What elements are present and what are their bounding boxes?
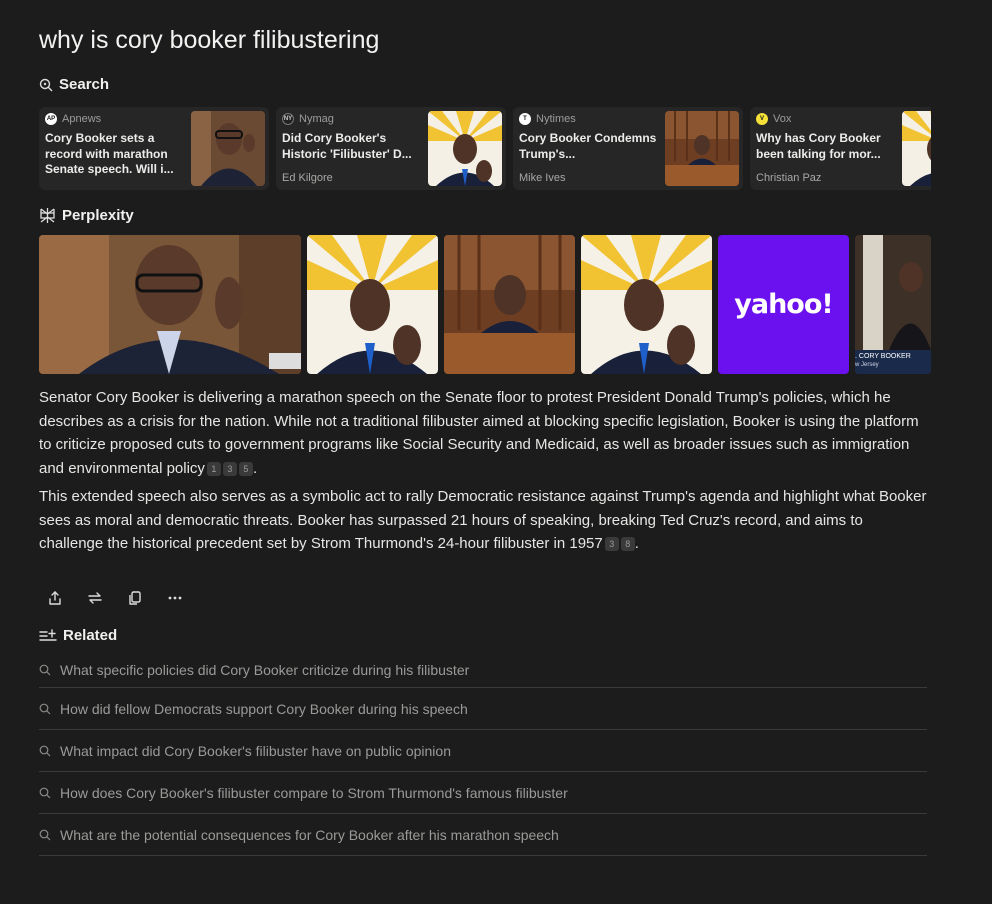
related-list-icon	[39, 628, 57, 641]
search-icon	[39, 829, 51, 841]
answer-paragraph: Senator Cory Booker is delivering a mara…	[39, 389, 919, 477]
source-site: NY Nymag	[282, 113, 334, 125]
related-question-item[interactable]: What impact did Cory Booker's filibuster…	[39, 730, 927, 772]
nytimes-favicon-icon: T	[519, 113, 531, 125]
answer-paragraph: This extended speech also serves as a sy…	[39, 488, 927, 552]
related-question-item[interactable]: What specific policies did Cory Booker c…	[39, 652, 927, 688]
share-icon	[49, 591, 61, 605]
source-site-name: Nytimes	[536, 113, 576, 125]
related-question-text: How did fellow Democrats support Cory Bo…	[60, 701, 468, 717]
share-button[interactable]	[45, 588, 65, 608]
perplexity-heading: Perplexity	[62, 207, 134, 224]
search-icon	[39, 664, 51, 676]
rewrite-icon	[88, 592, 102, 604]
result-image[interactable]	[307, 235, 438, 374]
source-site: AP Apnews	[45, 113, 101, 125]
related-question-text: What impact did Cory Booker's filibuster…	[60, 743, 451, 759]
related-question-text: How does Cory Booker's filibuster compar…	[60, 785, 568, 801]
search-section-header: Search	[39, 76, 109, 93]
source-site: T Nytimes	[519, 113, 576, 125]
image-chyron-sub: w Jersey	[855, 362, 879, 368]
citation-badge[interactable]: 8	[620, 537, 635, 551]
answer-actions	[45, 588, 185, 608]
related-heading: Related	[63, 627, 118, 644]
related-section-header: Related	[39, 627, 117, 644]
source-author: Mike Ives	[519, 172, 566, 184]
source-author: Ed Kilgore	[282, 172, 333, 184]
more-button[interactable]	[165, 588, 185, 608]
apnews-favicon-icon: AP	[45, 113, 57, 125]
related-question-text: What are the potential consequences for …	[60, 827, 559, 843]
source-site: V Vox	[756, 113, 791, 125]
search-icon	[39, 703, 51, 715]
nymag-favicon-icon: NY	[282, 113, 294, 125]
citation-badge[interactable]: 1	[206, 461, 221, 476]
yahoo-logo: yahoo!	[734, 289, 833, 320]
source-cards: AP Apnews Cory Booker sets a record with …	[39, 107, 931, 190]
copy-icon	[129, 591, 141, 605]
image-chyron: . CORY BOOKER	[855, 353, 911, 360]
answer-text: Senator Cory Booker is delivering a mara…	[39, 386, 931, 561]
query-title: why is cory booker filibustering	[39, 26, 380, 54]
vox-favicon-icon: V	[756, 113, 768, 125]
source-author: Christian Paz	[756, 172, 822, 184]
source-thumbnail	[902, 111, 931, 186]
source-card[interactable]: AP Apnews Cory Booker sets a record with …	[39, 107, 269, 190]
source-site-name: Vox	[773, 113, 792, 125]
more-icon	[168, 596, 182, 600]
result-image[interactable]	[39, 235, 301, 374]
related-question-item[interactable]: How does Cory Booker's filibuster compar…	[39, 772, 927, 814]
search-icon	[39, 78, 53, 91]
image-strip: yahoo! . CORY BOOKER w Jersey	[39, 235, 931, 374]
related-question-text: What specific policies did Cory Booker c…	[60, 662, 470, 678]
result-image[interactable]: . CORY BOOKER w Jersey	[855, 235, 931, 374]
result-image-yahoo[interactable]: yahoo!	[718, 235, 849, 374]
related-question-item[interactable]: What are the potential consequences for …	[39, 814, 927, 856]
citation-badge[interactable]: 3	[604, 537, 619, 551]
search-icon	[39, 787, 51, 799]
source-title: Why has Cory Booker been talking for mor…	[756, 131, 881, 161]
search-icon	[39, 745, 51, 757]
citation-badge[interactable]: 5	[238, 461, 253, 476]
source-thumbnail	[191, 111, 265, 186]
source-card[interactable]: V Vox Why has Cory Booker been talking fo…	[750, 107, 931, 190]
source-title: Cory Booker Condemns Trump's...	[519, 131, 657, 161]
related-question-item[interactable]: How did fellow Democrats support Cory Bo…	[39, 688, 927, 730]
perplexity-logo-icon	[40, 208, 55, 223]
source-card[interactable]: NY Nymag Did Cory Booker's Historic 'Fili…	[276, 107, 506, 190]
search-heading: Search	[59, 76, 110, 93]
copy-button[interactable]	[125, 588, 145, 608]
citation-badge[interactable]: 3	[222, 461, 237, 476]
source-thumbnail	[665, 111, 739, 186]
source-title: Cory Booker sets a record with marathon …	[45, 131, 174, 176]
rewrite-button[interactable]	[85, 588, 105, 608]
source-card[interactable]: T Nytimes Cory Booker Condemns Trump's...…	[513, 107, 743, 190]
source-site-name: Nymag	[299, 113, 334, 125]
result-image[interactable]	[444, 235, 575, 374]
perplexity-section-header: Perplexity	[39, 207, 134, 224]
result-image[interactable]	[581, 235, 712, 374]
answer-paragraph-text: Senator Cory Booker is delivering a mara…	[39, 389, 919, 477]
source-site-name: Apnews	[62, 113, 102, 125]
source-thumbnail	[428, 111, 502, 186]
answer-paragraph-text: This extended speech also serves as a sy…	[39, 488, 927, 552]
source-title: Did Cory Booker's Historic 'Filibuster' …	[282, 131, 412, 161]
